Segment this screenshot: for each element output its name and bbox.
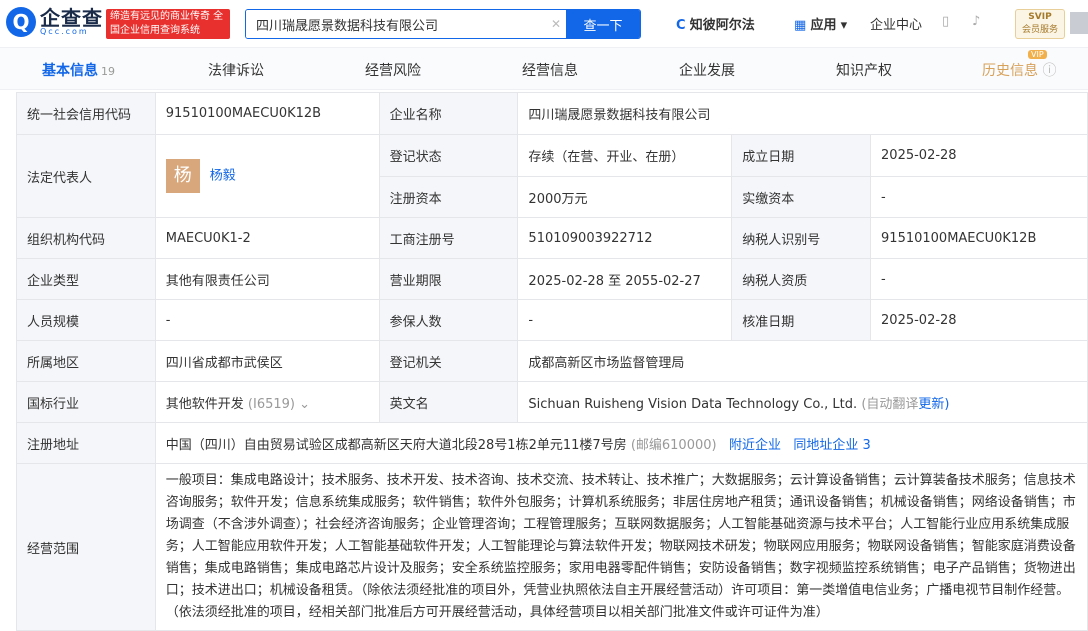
same-address-link[interactable]: 同地址企业 3 — [793, 438, 870, 453]
en-name-value: Sichuan Ruisheng Vision Data Technology … — [528, 396, 858, 412]
capital-label: 注册资本 — [378, 176, 519, 218]
slogan-badge: 缔造有远见的商业传奇 全国企业信用查询系统 — [106, 9, 230, 39]
enterprise-center-link[interactable]: 企业中心 — [870, 14, 922, 33]
staff-label: 人员规模 — [16, 299, 156, 341]
tab-risk[interactable]: 经营风险 — [365, 60, 421, 80]
scope-label: 经营范围 — [16, 463, 156, 631]
top-bar: Q 企查查 Qcc.com 缔造有远见的商业传奇 全国企业信用查询系统 ✕ 查一… — [0, 0, 1088, 48]
reg-no-value: 510109003922712 — [517, 217, 733, 259]
credit-code-label: 统一社会信用代码 — [16, 92, 156, 135]
update-link[interactable]: 更新) — [918, 397, 949, 412]
status-label: 登记状态 — [378, 134, 519, 177]
legal-rep-cell: 杨杨毅 — [154, 134, 380, 218]
authority-label: 登记机关 — [378, 340, 519, 382]
en-name-label: 英文名 — [378, 381, 519, 423]
svip-button[interactable]: SVIP 会员服务 — [1015, 9, 1065, 39]
logo-icon: Q — [6, 7, 36, 37]
reg-no-label: 工商注册号 — [378, 217, 519, 259]
company-name-value: 四川瑞晟愿景数据科技有限公司 — [517, 92, 1088, 135]
legal-rep-avatar: 杨 — [165, 159, 200, 193]
tab-history[interactable]: 历史信息 ⓘ VIP — [982, 50, 1057, 80]
search-button[interactable]: 查一下 — [566, 10, 640, 38]
insured-value: - — [517, 299, 733, 341]
insured-label: 参保人数 — [378, 299, 519, 341]
apps-menu[interactable]: ▦ 应用 ▾ — [794, 14, 847, 33]
address-value: 中国（四川）自由贸易试验区成都高新区天府大道北段28号1栋2单元11楼7号房 — [165, 437, 627, 453]
info-icon: ⓘ — [1042, 63, 1057, 79]
org-code-label: 组织机构代码 — [16, 217, 156, 259]
logo-name: 企查查 — [40, 6, 103, 30]
authority-value: 成都高新区市场监督管理局 — [517, 340, 1088, 382]
credit-code-value: 91510100MAECU0K12B — [154, 92, 380, 135]
industry-cell[interactable]: 其他软件开发 (I6519) ⌄ — [154, 381, 380, 423]
capital-value: 2000万元 — [517, 176, 733, 218]
company-type-label: 企业类型 — [16, 258, 156, 300]
term-value: 2025-02-28 至 2055-02-27 — [517, 258, 733, 300]
ai-assistant-link[interactable]: C 知彼阿尔法 — [676, 14, 755, 33]
approve-date-label: 核准日期 — [731, 299, 872, 341]
vip-badge: VIP — [1028, 50, 1047, 59]
tab-development[interactable]: 企业发展 — [679, 60, 735, 80]
bell-icon[interactable]: ♪ — [972, 14, 980, 29]
tab-operation[interactable]: 经营信息 — [522, 60, 578, 80]
tax-id-value: 91510100MAECU0K12B — [870, 217, 1088, 259]
tab-basic-info[interactable]: 基本信息 19 — [42, 60, 115, 80]
tax-qual-label: 纳税人资质 — [731, 258, 872, 300]
approve-date-value: 2025-02-28 — [870, 299, 1088, 341]
search-input[interactable] — [246, 10, 546, 38]
logo[interactable]: Q 企查查 Qcc.com — [6, 7, 103, 37]
org-code-value: MAECU0K1-2 — [154, 217, 380, 259]
avatar[interactable] — [1070, 12, 1088, 34]
ai-icon: C — [676, 18, 686, 33]
industry-label: 国标行业 — [16, 381, 156, 423]
paid-capital-label: 实缴资本 — [731, 176, 872, 218]
region-value: 四川省成都市武侯区 — [154, 340, 380, 382]
status-value: 存续（在营、开业、在册） — [517, 134, 733, 177]
company-info-table: 统一社会信用代码 91510100MAECU0K12B 企业名称 四川瑞晟愿景数… — [16, 92, 1088, 631]
address-label: 注册地址 — [16, 422, 156, 464]
staff-value: - — [154, 299, 380, 341]
company-type-value: 其他有限责任公司 — [154, 258, 380, 300]
region-label: 所属地区 — [16, 340, 156, 382]
chevron-down-icon: ▾ — [840, 18, 848, 33]
term-label: 营业期限 — [378, 258, 519, 300]
tab-ip[interactable]: 知识产权 — [836, 60, 892, 80]
est-date-label: 成立日期 — [731, 134, 872, 177]
tab-bar: 基本信息 19 法律诉讼 经营风险 经营信息 企业发展 知识产权 历史信息 ⓘ VI… — [0, 48, 1088, 90]
legal-rep-label: 法定代表人 — [16, 134, 156, 218]
company-name-label: 企业名称 — [378, 92, 519, 135]
nearby-companies-link[interactable]: 附近企业 — [729, 438, 781, 453]
en-name-cell: Sichuan Ruisheng Vision Data Technology … — [517, 381, 1088, 423]
est-date-value: 2025-02-28 — [870, 134, 1088, 177]
grid-icon: ▦ — [794, 18, 807, 33]
phone-icon[interactable]: ▯ — [942, 14, 949, 29]
tax-id-label: 纳税人识别号 — [731, 217, 872, 259]
clear-icon[interactable]: ✕ — [546, 10, 566, 38]
paid-capital-value: - — [870, 176, 1088, 218]
search-box: ✕ 查一下 — [245, 9, 641, 39]
chevron-down-icon: ⌄ — [299, 396, 311, 412]
scope-value: 一般项目：集成电路设计；技术服务、技术开发、技术咨询、技术交流、技术转让、技术推… — [154, 463, 1088, 631]
tab-legal[interactable]: 法律诉讼 — [208, 60, 264, 80]
legal-rep-link[interactable]: 杨毅 — [210, 169, 236, 184]
address-cell: 中国（四川）自由贸易试验区成都高新区天府大道北段28号1栋2单元11楼7号房 (… — [154, 422, 1088, 464]
tax-qual-value: - — [870, 258, 1088, 300]
